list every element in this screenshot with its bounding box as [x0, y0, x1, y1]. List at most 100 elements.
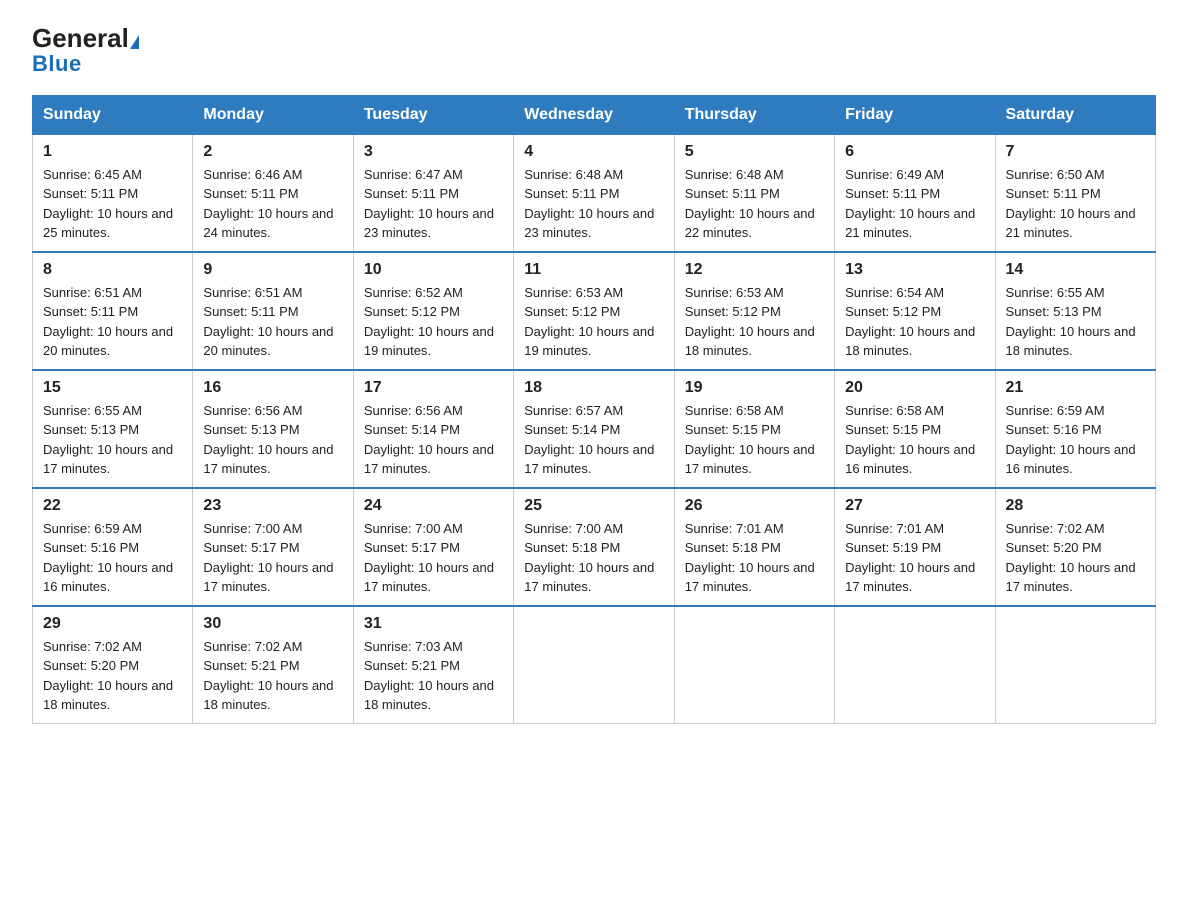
- header-saturday: Saturday: [995, 95, 1155, 134]
- day-number: 20: [845, 379, 984, 397]
- calendar-cell: 1 Sunrise: 6:45 AMSunset: 5:11 PMDaylight…: [33, 134, 193, 252]
- header-wednesday: Wednesday: [514, 95, 674, 134]
- calendar-week-1: 1 Sunrise: 6:45 AMSunset: 5:11 PMDaylight…: [33, 134, 1156, 252]
- calendar-body: 1 Sunrise: 6:45 AMSunset: 5:11 PMDaylight…: [33, 134, 1156, 723]
- header-monday: Monday: [193, 95, 353, 134]
- day-number: 29: [43, 615, 182, 633]
- day-number: 2: [203, 143, 342, 161]
- calendar-cell: [674, 606, 834, 724]
- day-info: Sunrise: 7:03 AMSunset: 5:21 PMDaylight:…: [364, 637, 503, 715]
- day-number: 7: [1006, 143, 1145, 161]
- day-info: Sunrise: 6:58 AMSunset: 5:15 PMDaylight:…: [685, 401, 824, 479]
- calendar-cell: 10 Sunrise: 6:52 AMSunset: 5:12 PMDayligh…: [353, 252, 513, 370]
- calendar-cell: 24 Sunrise: 7:00 AMSunset: 5:17 PMDayligh…: [353, 488, 513, 606]
- day-info: Sunrise: 7:02 AMSunset: 5:20 PMDaylight:…: [43, 637, 182, 715]
- day-info: Sunrise: 7:02 AMSunset: 5:21 PMDaylight:…: [203, 637, 342, 715]
- day-info: Sunrise: 7:00 AMSunset: 5:17 PMDaylight:…: [364, 519, 503, 597]
- day-number: 14: [1006, 261, 1145, 279]
- day-number: 10: [364, 261, 503, 279]
- day-info: Sunrise: 6:51 AMSunset: 5:11 PMDaylight:…: [203, 283, 342, 361]
- day-info: Sunrise: 6:49 AMSunset: 5:11 PMDaylight:…: [845, 165, 984, 243]
- calendar-cell: 12 Sunrise: 6:53 AMSunset: 5:12 PMDayligh…: [674, 252, 834, 370]
- day-info: Sunrise: 6:48 AMSunset: 5:11 PMDaylight:…: [524, 165, 663, 243]
- day-number: 24: [364, 497, 503, 515]
- day-number: 27: [845, 497, 984, 515]
- day-info: Sunrise: 6:55 AMSunset: 5:13 PMDaylight:…: [43, 401, 182, 479]
- day-info: Sunrise: 6:59 AMSunset: 5:16 PMDaylight:…: [1006, 401, 1145, 479]
- calendar-cell: 7 Sunrise: 6:50 AMSunset: 5:11 PMDaylight…: [995, 134, 1155, 252]
- logo: General Blue: [32, 24, 139, 75]
- day-number: 28: [1006, 497, 1145, 515]
- header-tuesday: Tuesday: [353, 95, 513, 134]
- calendar-cell: 30 Sunrise: 7:02 AMSunset: 5:21 PMDayligh…: [193, 606, 353, 724]
- day-info: Sunrise: 6:45 AMSunset: 5:11 PMDaylight:…: [43, 165, 182, 243]
- calendar-week-4: 22 Sunrise: 6:59 AMSunset: 5:16 PMDayligh…: [33, 488, 1156, 606]
- logo-blue-text: Blue: [32, 53, 139, 75]
- day-number: 16: [203, 379, 342, 397]
- calendar-cell: 27 Sunrise: 7:01 AMSunset: 5:19 PMDayligh…: [835, 488, 995, 606]
- header-thursday: Thursday: [674, 95, 834, 134]
- calendar-cell: 19 Sunrise: 6:58 AMSunset: 5:15 PMDayligh…: [674, 370, 834, 488]
- day-info: Sunrise: 6:54 AMSunset: 5:12 PMDaylight:…: [845, 283, 984, 361]
- day-number: 31: [364, 615, 503, 633]
- calendar-cell: 8Sunrise: 6:51 AMSunset: 5:11 PMDaylight…: [33, 252, 193, 370]
- day-number: 11: [524, 261, 663, 279]
- day-number: 26: [685, 497, 824, 515]
- calendar-cell: 4 Sunrise: 6:48 AMSunset: 5:11 PMDaylight…: [514, 134, 674, 252]
- calendar-week-3: 15 Sunrise: 6:55 AMSunset: 5:13 PMDayligh…: [33, 370, 1156, 488]
- day-info: Sunrise: 6:59 AMSunset: 5:16 PMDaylight:…: [43, 519, 182, 597]
- calendar-cell: 14Sunrise: 6:55 AMSunset: 5:13 PMDayligh…: [995, 252, 1155, 370]
- logo-arrow-icon: [130, 35, 139, 49]
- calendar-cell: 20Sunrise: 6:58 AMSunset: 5:15 PMDayligh…: [835, 370, 995, 488]
- calendar-header: Sunday Monday Tuesday Wednesday Thursday…: [33, 95, 1156, 134]
- day-number: 15: [43, 379, 182, 397]
- day-info: Sunrise: 6:53 AMSunset: 5:12 PMDaylight:…: [524, 283, 663, 361]
- day-info: Sunrise: 6:52 AMSunset: 5:12 PMDaylight:…: [364, 283, 503, 361]
- calendar-cell: 26Sunrise: 7:01 AMSunset: 5:18 PMDayligh…: [674, 488, 834, 606]
- day-number: 9: [203, 261, 342, 279]
- day-info: Sunrise: 6:50 AMSunset: 5:11 PMDaylight:…: [1006, 165, 1145, 243]
- day-number: 13: [845, 261, 984, 279]
- calendar-cell: 23 Sunrise: 7:00 AMSunset: 5:17 PMDayligh…: [193, 488, 353, 606]
- day-number: 17: [364, 379, 503, 397]
- calendar-cell: 2 Sunrise: 6:46 AMSunset: 5:11 PMDaylight…: [193, 134, 353, 252]
- calendar-cell: 21 Sunrise: 6:59 AMSunset: 5:16 PMDayligh…: [995, 370, 1155, 488]
- calendar-cell: 6Sunrise: 6:49 AMSunset: 5:11 PMDaylight…: [835, 134, 995, 252]
- calendar-cell: 15 Sunrise: 6:55 AMSunset: 5:13 PMDayligh…: [33, 370, 193, 488]
- calendar-week-5: 29 Sunrise: 7:02 AMSunset: 5:20 PMDayligh…: [33, 606, 1156, 724]
- calendar-cell: [514, 606, 674, 724]
- page-header: General Blue: [32, 24, 1156, 75]
- day-number: 23: [203, 497, 342, 515]
- day-number: 5: [685, 143, 824, 161]
- day-number: 25: [524, 497, 663, 515]
- calendar-cell: 17Sunrise: 6:56 AMSunset: 5:14 PMDayligh…: [353, 370, 513, 488]
- day-number: 12: [685, 261, 824, 279]
- header-row: Sunday Monday Tuesday Wednesday Thursday…: [33, 95, 1156, 134]
- calendar-cell: 31 Sunrise: 7:03 AMSunset: 5:21 PMDayligh…: [353, 606, 513, 724]
- day-info: Sunrise: 7:01 AMSunset: 5:19 PMDaylight:…: [845, 519, 984, 597]
- day-number: 1: [43, 143, 182, 161]
- calendar-cell: 28 Sunrise: 7:02 AMSunset: 5:20 PMDayligh…: [995, 488, 1155, 606]
- day-info: Sunrise: 7:02 AMSunset: 5:20 PMDaylight:…: [1006, 519, 1145, 597]
- day-number: 30: [203, 615, 342, 633]
- day-info: Sunrise: 6:51 AMSunset: 5:11 PMDaylight:…: [43, 283, 182, 361]
- calendar-cell: 25 Sunrise: 7:00 AMSunset: 5:18 PMDayligh…: [514, 488, 674, 606]
- calendar-cell: 18Sunrise: 6:57 AMSunset: 5:14 PMDayligh…: [514, 370, 674, 488]
- day-info: Sunrise: 6:46 AMSunset: 5:11 PMDaylight:…: [203, 165, 342, 243]
- day-number: 21: [1006, 379, 1145, 397]
- day-info: Sunrise: 6:56 AMSunset: 5:13 PMDaylight:…: [203, 401, 342, 479]
- header-friday: Friday: [835, 95, 995, 134]
- day-number: 4: [524, 143, 663, 161]
- calendar-cell: 9 Sunrise: 6:51 AMSunset: 5:11 PMDaylight…: [193, 252, 353, 370]
- calendar-cell: 5Sunrise: 6:48 AMSunset: 5:11 PMDaylight…: [674, 134, 834, 252]
- logo-general-text: General: [32, 24, 139, 53]
- day-info: Sunrise: 6:57 AMSunset: 5:14 PMDaylight:…: [524, 401, 663, 479]
- day-info: Sunrise: 7:00 AMSunset: 5:18 PMDaylight:…: [524, 519, 663, 597]
- day-number: 22: [43, 497, 182, 515]
- day-info: Sunrise: 6:53 AMSunset: 5:12 PMDaylight:…: [685, 283, 824, 361]
- calendar-cell: 16 Sunrise: 6:56 AMSunset: 5:13 PMDayligh…: [193, 370, 353, 488]
- calendar-cell: 22 Sunrise: 6:59 AMSunset: 5:16 PMDayligh…: [33, 488, 193, 606]
- calendar-cell: 3Sunrise: 6:47 AMSunset: 5:11 PMDaylight…: [353, 134, 513, 252]
- day-number: 19: [685, 379, 824, 397]
- day-info: Sunrise: 7:00 AMSunset: 5:17 PMDaylight:…: [203, 519, 342, 597]
